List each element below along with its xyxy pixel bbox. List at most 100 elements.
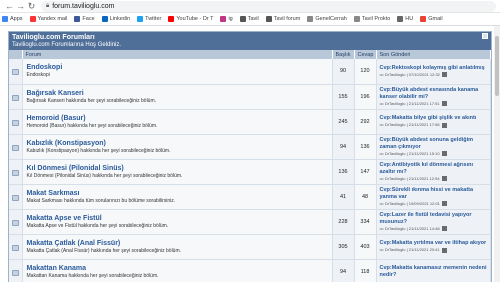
- bookmark-label: Face: [82, 16, 95, 22]
- forum-info-cell: Makat Sarkması Makat Sarkması hakkında tü…: [22, 184, 333, 210]
- bookmark-favicon-icon: [397, 16, 404, 22]
- folder-icon: [11, 119, 19, 126]
- topic-count: 136: [332, 159, 355, 185]
- forum-status-cell: [9, 159, 23, 185]
- last-post-author-date: ••• DrTavilioglu | 07/10/2021 12:32: [379, 71, 440, 77]
- forum-link[interactable]: Makat Sarkması: [27, 190, 328, 198]
- forum-link[interactable]: Makattan Kanama: [27, 265, 328, 273]
- last-post-cell: Cvp:Büyük abdest sonuna geldiğim zaman ç…: [376, 134, 491, 160]
- post-count: 136: [354, 134, 377, 160]
- reload-icon[interactable]: ↻: [26, 0, 37, 13]
- forum-link[interactable]: Bağırsak Kanseri: [27, 90, 328, 98]
- last-post-cell: Cvp:Lazer ile fistül tedavisi yapıyor mu…: [376, 209, 491, 235]
- go-to-post-icon[interactable]: [441, 72, 447, 78]
- go-to-post-icon[interactable]: [441, 101, 447, 106]
- go-to-post-icon[interactable]: [441, 176, 447, 181]
- forum-info-cell: Makattan Kanama Makattan Kanama hakkında …: [22, 259, 333, 282]
- last-post-link[interactable]: Cvp:Makatta bilye gibi şişlik ve akıntı: [380, 115, 488, 122]
- bookmark-favicon-icon: [74, 16, 81, 22]
- bookmark-item[interactable]: YouTube - Dr T: [168, 16, 213, 22]
- last-post-link[interactable]: Cvp:Lazer ile fistül tedavisi yapıyor mu…: [380, 212, 488, 226]
- collapse-icon[interactable]: [482, 33, 488, 39]
- forum-row: Endoskopi Endoskopi 90 120 Cvp:Rektoskopi ko…: [9, 59, 491, 85]
- go-to-post-icon[interactable]: [441, 151, 447, 156]
- bookmark-item[interactable]: Tavil: [239, 16, 259, 22]
- last-post-link[interactable]: Cvp:Rektoskopi kolaymış gibi anlatılmış: [380, 65, 488, 72]
- bookmark-label: Gmail: [428, 16, 443, 22]
- last-post-link[interactable]: Cvp:Makatta yırtılma var ve iltihap akıy…: [380, 240, 488, 247]
- bookmark-item[interactable]: Apps: [2, 16, 23, 22]
- browser-toolbar: ← → ↻ 🔒︎ forum.tavilioglu.com: [0, 0, 500, 13]
- bookmark-label: YouTube - Dr T: [176, 16, 214, 22]
- post-count: 48: [354, 184, 377, 210]
- last-post-link[interactable]: Cvp:Büyük abdest esnasında kanama kanser…: [380, 87, 488, 101]
- bookmark-favicon-icon: [265, 16, 272, 22]
- bookmark-label: Twitter: [145, 16, 162, 22]
- bookmark-favicon-icon: [29, 16, 36, 22]
- go-to-post-icon[interactable]: [441, 122, 447, 128]
- bookmark-item[interactable]: Yandex mail: [29, 16, 68, 22]
- forum-link[interactable]: Endoskopi: [27, 64, 328, 72]
- forum-description: Hemoroid (Basur) hakkında her şeyi sorab…: [26, 122, 158, 129]
- bookmark-favicon-icon: [2, 16, 8, 22]
- last-post-cell: Cvp:Antibiyotik kıl dönmesi ağrısını aza…: [376, 159, 491, 185]
- forum-row: Kıl Dönmesi (Pilonidal Sinüs) Kıl Dönmesi…: [9, 159, 491, 185]
- last-post-link[interactable]: Cvp:Büyük abdest sonuna geldiğim zaman ç…: [380, 137, 488, 151]
- bookmark-label: HU: [405, 16, 414, 22]
- last-post-meta: ••• DrTavilioglu | 21/11/2021 17:51: [380, 101, 488, 107]
- forum-link[interactable]: Makatta Apse ve Fistül: [27, 215, 328, 223]
- bookmark-item[interactable]: GenelCerrah: [307, 16, 347, 22]
- forum-status-cell: [9, 59, 23, 85]
- topic-count: 90: [332, 59, 355, 85]
- bookmark-favicon-icon: [137, 16, 144, 22]
- forum-status-cell: [9, 234, 23, 260]
- last-post-link[interactable]: Cvp:Makatta kanamasız memenin nedeni ned…: [380, 265, 488, 279]
- forum-info-cell: Makatta Apse ve Fistül Makatta Apse ve Fi…: [22, 209, 333, 235]
- forum-info-cell: Bağırsak Kanseri Bağırsak Kanseri hakkınd…: [22, 84, 333, 110]
- forum-status-cell: [9, 84, 23, 110]
- forum-link[interactable]: Hemoroid (Basur): [27, 115, 328, 123]
- last-post-link[interactable]: Cvp:Sürekli ıkınma hissi ve makatta yanm…: [380, 187, 488, 201]
- last-post-meta: ••• DrTavilioglu | 21/11/2021 14:48: [380, 226, 488, 232]
- go-to-post-icon[interactable]: [441, 201, 447, 206]
- bookmark-item[interactable]: Face: [74, 16, 95, 22]
- forum-link[interactable]: Makatta Çatlak (Anal Fissür): [27, 240, 328, 248]
- scrollbar-thumb[interactable]: [495, 36, 499, 96]
- address-bar[interactable]: 🔒︎ forum.tavilioglu.com: [41, 0, 496, 12]
- col-last-post: Son Gönderi: [376, 50, 491, 59]
- forum-header: Tavilioglu.com Forumları Tavilioglu.com …: [9, 32, 491, 50]
- last-post-cell: Cvp:Sürekli ıkınma hissi ve makatta yanm…: [376, 184, 491, 210]
- bookmark-item[interactable]: Linkedin: [101, 16, 130, 22]
- last-post-meta: ••• DrTavilioglu | 21/11/2021 17:56: [380, 122, 488, 128]
- forward-arrow-icon[interactable]: →: [15, 0, 26, 13]
- forum-description: Kıl Dönmesi (Pilonidal Sinüs) hakkında h…: [26, 172, 183, 179]
- topic-count: 305: [332, 234, 355, 260]
- forum-link[interactable]: Kıl Dönmesi (Pilonidal Sinüs): [27, 165, 328, 173]
- bookmark-favicon-icon: [239, 16, 246, 22]
- back-arrow-icon[interactable]: ←: [4, 0, 15, 13]
- bookmark-item[interactable]: Gmail: [420, 16, 443, 22]
- bookmark-item[interactable]: Twitter: [137, 16, 161, 22]
- last-post-cell: Cvp:Rektoskopi kolaymış gibi anlatılmış •…: [376, 59, 491, 85]
- forum-description: Makattan Kanama hakkında her şeyi sorabi…: [26, 272, 159, 279]
- page-scrollbar[interactable]: [494, 26, 500, 282]
- go-to-post-icon[interactable]: [441, 226, 447, 231]
- forum-link[interactable]: Kabızlık (Konstipasyon): [27, 140, 328, 148]
- forum-table-container: Tavilioglu.com Forumları Tavilioglu.com …: [8, 31, 492, 282]
- last-post-meta: ••• DrTavilioglu | 21/11/2021 15:10: [380, 151, 488, 157]
- bookmark-label: ig: [228, 16, 233, 22]
- bookmark-favicon-icon: [220, 16, 227, 22]
- forum-info-cell: Hemoroid (Basur) Hemoroid (Basur) hakkınd…: [22, 109, 333, 135]
- col-posts: Cevap: [354, 50, 377, 59]
- go-to-post-icon[interactable]: [441, 247, 447, 253]
- bookmark-favicon-icon: [168, 16, 175, 22]
- last-post-cell: Cvp:Büyük abdest esnasında kanama kanser…: [376, 84, 491, 110]
- bookmark-item[interactable]: Tavil Prokto: [353, 16, 390, 22]
- bookmark-item[interactable]: HU: [397, 16, 413, 22]
- topic-count: 94: [332, 134, 355, 160]
- last-post-link[interactable]: Cvp:Antibiyotik kıl dönmesi ağrısını aza…: [380, 162, 488, 176]
- bookmark-label: Yandex mail: [37, 16, 68, 22]
- bookmark-label: Apps: [10, 16, 23, 22]
- bookmark-item[interactable]: ig: [220, 16, 233, 22]
- bookmark-item[interactable]: Tavil forum: [265, 16, 300, 22]
